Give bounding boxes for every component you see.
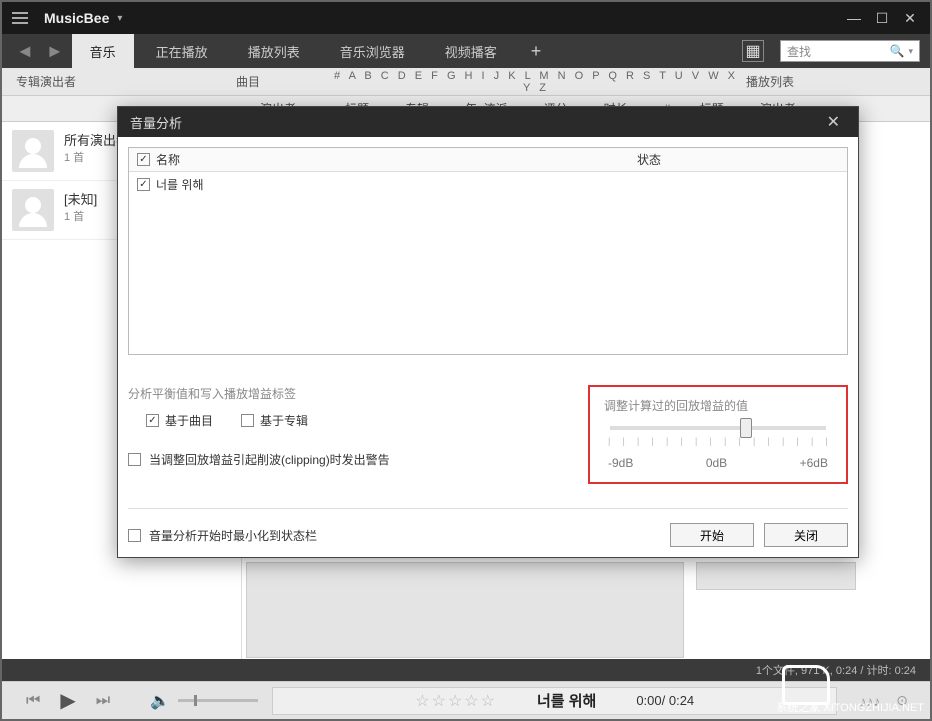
by-album-checkbox[interactable] xyxy=(241,414,254,427)
dialog-close-icon[interactable]: ✕ xyxy=(821,112,846,132)
select-all-checkbox[interactable] xyxy=(137,153,150,166)
gain-tick-mid: 0dB xyxy=(706,456,727,470)
slider-ticks: |||||||||||||||| xyxy=(608,436,828,446)
app-title: MusicBee xyxy=(44,10,109,26)
avatar-icon xyxy=(12,130,54,172)
header-alpha-index[interactable]: # A B C D E F G H I J K L M N O P Q R S … xyxy=(326,70,746,94)
tab-music-browser[interactable]: 音乐浏览器 xyxy=(322,34,423,68)
playlist-panel-stub xyxy=(696,562,856,590)
search-dropdown-icon[interactable]: ▾ xyxy=(908,46,913,57)
by-album-label: 基于专辑 xyxy=(260,412,308,429)
tab-playlists[interactable]: 播放列表 xyxy=(230,34,318,68)
by-track-checkbox[interactable] xyxy=(146,414,159,427)
maximize-button[interactable]: ☐ xyxy=(868,6,896,30)
header-track: 曲目 xyxy=(236,73,326,90)
minimize-label: 音量分析开始时最小化到状态栏 xyxy=(149,527,317,544)
equalizer-icon[interactable]: ♪♪♪ xyxy=(851,693,888,709)
list-header-status[interactable]: 状态 xyxy=(629,151,847,168)
now-playing-title: 너를 위해 xyxy=(537,690,596,711)
now-playing-time: 0:00/ 0:24 xyxy=(636,693,694,708)
list-header-name[interactable]: 名称 xyxy=(156,151,180,168)
gain-tick-left: -9dB xyxy=(608,456,633,470)
add-tab-button[interactable]: + xyxy=(519,41,554,62)
nav-back-icon[interactable]: ◄ xyxy=(12,41,38,62)
gain-label: 调整计算过的回放增益的值 xyxy=(604,397,832,414)
prev-track-button[interactable]: ⏮ xyxy=(16,692,50,710)
track-panel-stub xyxy=(246,562,684,658)
status-text: 1个文件, 971 K, 0:24 / 计时: 0:24 xyxy=(756,662,916,678)
row-checkbox[interactable] xyxy=(137,178,150,191)
volume-icon[interactable]: 🔈 xyxy=(150,691,170,711)
app-dropdown-icon[interactable]: ▾ xyxy=(117,13,122,24)
menu-icon[interactable] xyxy=(8,6,32,30)
now-playing-panel: ☆☆☆☆☆ 너를 위해 0:00/ 0:24 xyxy=(272,687,837,715)
layout-icon[interactable]: ▦ xyxy=(742,40,764,62)
tab-video-podcast[interactable]: 视频播客 xyxy=(427,34,515,68)
by-track-label: 基于曲目 xyxy=(165,412,213,429)
slider-thumb-icon[interactable] xyxy=(740,418,752,438)
volume-analysis-dialog: 音量分析 ✕ 名称 状态 너를 위해 分析平衡值和写入播放增益标签 xyxy=(117,106,859,558)
header-album-artist: 专辑演出者 xyxy=(16,73,236,90)
tab-music[interactable]: 音乐 xyxy=(72,34,134,68)
gain-tick-right: +6dB xyxy=(800,456,828,470)
close-button[interactable]: 关闭 xyxy=(764,523,848,547)
dialog-title: 音量分析 xyxy=(130,113,182,132)
next-track-button[interactable]: ⏭ xyxy=(86,692,120,710)
tab-now-playing[interactable]: 正在播放 xyxy=(138,34,226,68)
lastfm-icon[interactable]: ⊙ xyxy=(888,692,916,709)
clipping-warn-label: 当调整回放增益引起削波(clipping)时发出警告 xyxy=(149,451,390,468)
gain-slider[interactable] xyxy=(610,426,826,430)
track-list: 名称 状态 너를 위해 xyxy=(128,147,848,355)
header-playlist: 播放列表 xyxy=(746,73,916,90)
row-name: 너를 위해 xyxy=(156,176,204,193)
nav-forward-icon[interactable]: ► xyxy=(42,41,68,62)
volume-slider[interactable] xyxy=(178,699,258,702)
search-input[interactable]: 查找 🔍 ▾ xyxy=(780,40,920,62)
start-button[interactable]: 开始 xyxy=(670,523,754,547)
list-item[interactable]: 너를 위해 xyxy=(129,172,847,196)
minimize-button[interactable]: — xyxy=(840,6,868,30)
play-button[interactable]: ▶ xyxy=(50,688,85,713)
rating-stars[interactable]: ☆☆☆☆☆ xyxy=(415,691,497,711)
clipping-warn-checkbox[interactable] xyxy=(128,453,141,466)
search-placeholder: 查找 xyxy=(787,43,811,60)
close-button[interactable]: ✕ xyxy=(896,6,924,30)
minimize-checkbox[interactable] xyxy=(128,529,141,542)
avatar-icon xyxy=(12,189,54,231)
artist-count: 1 首 xyxy=(64,208,97,224)
artist-name: [未知] xyxy=(64,189,97,208)
gain-adjust-panel: 调整计算过的回放增益的值 |||||||||||||||| -9dB 0dB +… xyxy=(588,385,848,484)
analyze-label: 分析平衡值和写入播放增益标签 xyxy=(128,385,588,402)
search-icon[interactable]: 🔍 xyxy=(890,44,905,58)
